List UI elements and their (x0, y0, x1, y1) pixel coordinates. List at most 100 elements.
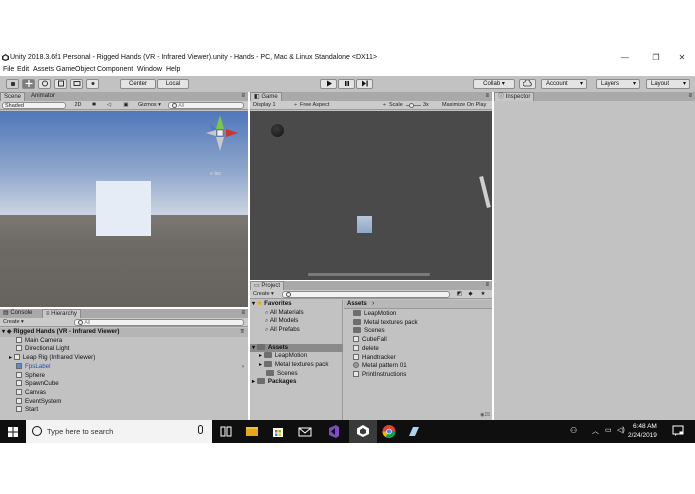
tab-game[interactable]: ◧ Game (250, 92, 282, 101)
file-item[interactable]: delete (344, 344, 379, 354)
favorite-item[interactable]: ⌕ All Models (250, 317, 298, 326)
task-view-icon[interactable] (218, 424, 234, 439)
tab-hierarchy[interactable]: ≡ Hierarchy (42, 309, 81, 318)
tab-scene[interactable]: Scene (0, 92, 26, 101)
lock-icon[interactable]: ≡ (688, 92, 692, 101)
file-item[interactable]: Metal textures pack (344, 318, 418, 328)
app-icon[interactable] (406, 424, 422, 439)
menu-gameobject[interactable]: GameObject (56, 66, 95, 73)
scale-tool-button[interactable] (54, 79, 67, 89)
menu-file[interactable]: File (3, 66, 14, 73)
hierarchy-create-button[interactable]: Create ▾ (3, 319, 29, 326)
people-icon[interactable]: ⚇ (570, 426, 577, 435)
game-viewport[interactable] (250, 111, 492, 280)
mode-2d-toggle[interactable]: 2D (72, 102, 84, 109)
play-button[interactable] (320, 79, 337, 89)
account-dropdown[interactable]: Account ▾ (541, 79, 587, 89)
menu-assets[interactable]: Assets (33, 66, 54, 73)
menu-help[interactable]: Help (166, 66, 180, 73)
aspect-dropdown[interactable]: Free Aspect ÷ (300, 102, 386, 109)
pause-button[interactable] (338, 79, 355, 89)
display-dropdown[interactable]: Display 1 ÷ (253, 102, 297, 109)
pivot-center-button[interactable]: Center (120, 79, 156, 89)
asset-folder-row[interactable]: ▸ Metal textures pack (250, 360, 328, 370)
favorite-item[interactable]: ⌕ All Prefabs (250, 326, 300, 335)
hierarchy-scene-row[interactable]: ▾ ◈ Rigged Hands (VR - Infrared Viewer) ≡ (0, 328, 248, 337)
battery-icon[interactable]: ▭ (605, 426, 612, 434)
filter-type-button[interactable]: ◩ (455, 291, 464, 298)
tab-animator[interactable]: Animator (28, 92, 58, 101)
scale-thumb[interactable] (409, 103, 414, 108)
menu-window[interactable]: Window (137, 66, 162, 73)
file-item[interactable]: PrintInstructions (344, 370, 406, 380)
project-create-button[interactable]: Create ▾ (253, 291, 279, 298)
scale-slider[interactable]: Scale 3x (389, 102, 431, 109)
rotate-tool-button[interactable] (38, 79, 51, 89)
file-item[interactable]: LeapMotion (344, 310, 396, 319)
hierarchy-item[interactable]: EventSystem (0, 397, 61, 407)
hierarchy-item[interactable]: Start (0, 406, 38, 415)
windows-start-icon[interactable] (8, 427, 18, 437)
hierarchy-item[interactable]: FpsLabel › (0, 362, 248, 372)
tab-console[interactable]: ▤ Console (0, 309, 35, 318)
transform-tool-button[interactable] (86, 79, 99, 89)
audio-toggle[interactable]: ◁ (103, 102, 115, 109)
lighting-toggle[interactable]: ✱ (88, 102, 100, 109)
clock-time[interactable]: 6:48 AM (633, 423, 657, 430)
rect-tool-button[interactable] (70, 79, 83, 89)
volume-icon[interactable]: ◁) (617, 426, 625, 434)
file-item[interactable]: CubeFall (344, 336, 387, 345)
tab-inspector[interactable]: ⓘ Inspector (494, 92, 535, 101)
gizmos-dropdown[interactable]: Gizmos ▾ (138, 102, 166, 109)
panel-menu-icon[interactable]: ≡ (485, 92, 489, 101)
packages-row[interactable]: ▸ Packages (250, 378, 296, 387)
move-tool-button[interactable] (22, 79, 35, 89)
maximize-on-play-toggle[interactable]: Maximize On Play (442, 102, 492, 109)
iso-label[interactable]: ≡ Iso (210, 171, 221, 177)
file-explorer-icon[interactable] (244, 424, 260, 439)
panel-menu-icon[interactable]: ≡ (485, 281, 489, 290)
menu-component[interactable]: Component (97, 66, 133, 73)
file-item[interactable]: Scenes (344, 327, 385, 336)
mail-icon[interactable] (297, 424, 313, 439)
minimize-button[interactable]: — (617, 52, 633, 64)
scene-viewport[interactable]: ≡ Iso (0, 111, 248, 307)
favorite-item[interactable]: ⌕ All Materials (250, 309, 304, 318)
scene-gizmo-icon[interactable] (202, 113, 242, 159)
step-button[interactable] (356, 79, 373, 89)
asset-folder-row[interactable]: Scenes (250, 369, 298, 379)
asset-folder-row[interactable]: ▸ LeapMotion (250, 352, 307, 361)
tab-project[interactable]: ▭ Project (250, 281, 285, 290)
hierarchy-item[interactable]: ▸ Leap Rig (Infrared Viewer) (0, 354, 95, 363)
filter-label-button[interactable]: ◆ (466, 291, 475, 298)
shading-mode-dropdown[interactable]: Shaded (2, 102, 66, 109)
hierarchy-item[interactable]: Directional Light (0, 345, 69, 354)
layout-dropdown[interactable]: Layout ▾ (646, 79, 690, 89)
breadcrumb-assets[interactable]: Assets (347, 301, 367, 307)
favorite-button[interactable]: ★ (478, 291, 488, 298)
game-scrollbar[interactable] (308, 273, 430, 276)
visual-studio-icon[interactable] (325, 424, 341, 439)
file-item[interactable]: Handtracker (344, 353, 396, 363)
scene-search-input[interactable]: All (168, 102, 244, 109)
chrome-icon[interactable] (381, 424, 397, 439)
hierarchy-item[interactable]: SpawnCube (0, 380, 59, 389)
project-search-input[interactable] (282, 291, 450, 298)
hierarchy-search-input[interactable]: All (74, 319, 244, 326)
hierarchy-item[interactable]: Sphere (0, 371, 45, 381)
hierarchy-item[interactable]: Canvas (0, 388, 46, 398)
hierarchy-item[interactable]: Main Camera (0, 336, 62, 346)
close-button[interactable]: ✕ (674, 52, 690, 64)
maximize-button[interactable]: ❐ (648, 52, 664, 64)
taskbar-search-box[interactable]: Type here to search (26, 420, 212, 443)
cloud-button[interactable] (519, 79, 536, 89)
unity-taskbar-button[interactable] (349, 420, 377, 443)
file-item[interactable]: Metal pattern 01 (344, 362, 407, 371)
hand-tool-button[interactable] (6, 79, 19, 89)
pivot-local-button[interactable]: Local (157, 79, 189, 89)
panel-menu-icon[interactable]: ≡ (241, 309, 245, 318)
favorites-row[interactable]: ▾ ★ Favorites (250, 300, 292, 309)
notification-icon[interactable] (672, 425, 684, 437)
panel-menu-icon[interactable]: ≡ (241, 92, 245, 101)
store-icon[interactable] (270, 424, 286, 439)
